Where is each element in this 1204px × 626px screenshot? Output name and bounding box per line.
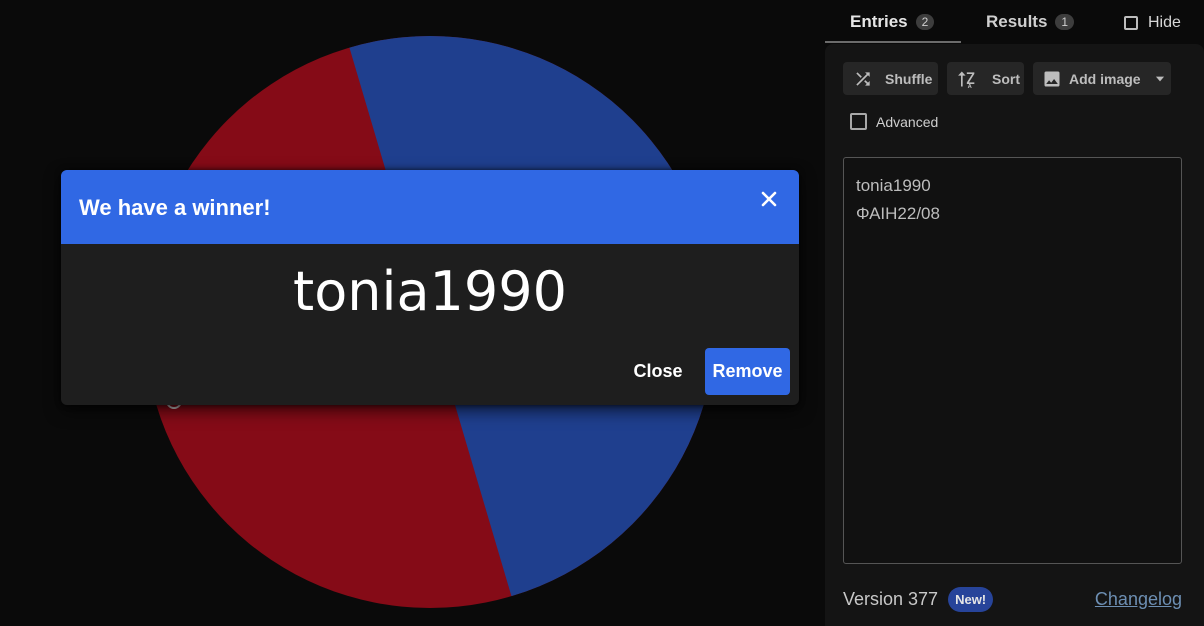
entries-panel: Entries 2 Results 1 Hide Shuffle A Sort <box>823 0 1204 626</box>
add-image-button[interactable]: Add image <box>1033 62 1171 95</box>
add-image-label: Add image <box>1069 70 1141 87</box>
advanced-label: Advanced <box>876 113 939 130</box>
entry-line: ΦΑΙΗ22/08 <box>856 204 940 223</box>
entry-line: tonia1990 <box>856 176 931 195</box>
remove-button[interactable]: Remove <box>705 348 790 395</box>
dialog-title: We have a winner! <box>79 195 271 220</box>
tab-entries-count: 2 <box>915 14 935 30</box>
version-label: Version 377 <box>843 588 939 609</box>
tab-results-label: Results <box>986 12 1048 31</box>
close-icon[interactable] <box>757 187 781 211</box>
sort-button[interactable]: A Sort <box>947 62 1024 95</box>
caret-down-icon[interactable] <box>1153 72 1167 86</box>
tab-entries[interactable]: Entries 2 <box>850 12 935 32</box>
dialog-header: We have a winner! <box>61 170 799 244</box>
advanced-checkbox[interactable] <box>850 113 867 130</box>
tab-bar: Entries 2 Results 1 Hide <box>823 0 1204 44</box>
hide-toggle[interactable]: Hide <box>1124 14 1181 32</box>
entries-panel-body: Shuffle A Sort Add image Advanced tonia1… <box>825 44 1204 626</box>
hide-label: Hide <box>1148 14 1181 31</box>
sort-icon: A <box>956 69 976 89</box>
panel-footer: Version 377 New! Changelog <box>843 584 1182 614</box>
winner-dialog: We have a winner! tonia1990 Close Remove <box>61 170 799 405</box>
image-icon <box>1042 69 1062 89</box>
tab-results[interactable]: Results 1 <box>986 12 1075 32</box>
winner-name: tonia1990 <box>293 260 567 323</box>
tab-entries-label: Entries <box>850 12 908 31</box>
tab-results-count: 1 <box>1055 14 1075 30</box>
new-badge: New! <box>948 586 994 612</box>
active-tab-indicator <box>825 41 961 43</box>
shuffle-button[interactable]: Shuffle <box>843 62 938 95</box>
advanced-toggle[interactable]: Advanced <box>850 113 938 130</box>
sort-label: Sort <box>992 70 1020 87</box>
changelog-link[interactable]: Changelog <box>1095 589 1182 610</box>
shuffle-icon <box>853 69 873 89</box>
close-button[interactable]: Close <box>623 348 693 394</box>
entries-textarea[interactable]: tonia1990 ΦΑΙΗ22/08 <box>843 157 1182 564</box>
svg-text:A: A <box>968 84 973 89</box>
shuffle-label: Shuffle <box>885 70 933 87</box>
hide-checkbox[interactable] <box>1124 16 1138 30</box>
